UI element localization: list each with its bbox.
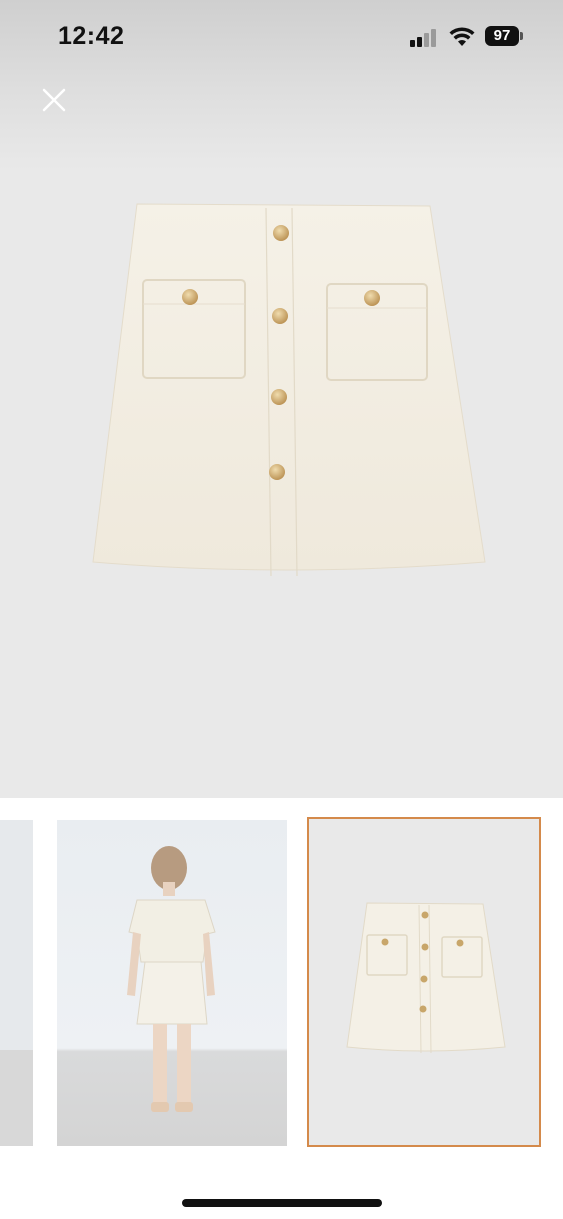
thumbnail-strip[interactable] [0,798,563,1168]
model-back-image [127,846,216,1112]
status-time: 12:42 [58,22,125,50]
product-image-viewer[interactable]: 12:42 97 [0,0,563,798]
thumbnail-skirt-front[interactable] [307,817,541,1147]
cellular-signal-icon [410,29,440,47]
skirt-front-image [92,203,486,577]
skirt-thumbnail-image [346,902,506,1054]
battery-tip [520,32,523,40]
thumbnail-previous[interactable] [0,820,33,1146]
wifi-icon [449,27,475,46]
home-indicator[interactable] [182,1199,382,1207]
close-icon[interactable] [38,84,70,116]
status-bar: 12:42 97 [0,0,563,76]
thumbnail-model-back-view[interactable] [57,820,287,1146]
battery-indicator: 97 [485,26,519,46]
